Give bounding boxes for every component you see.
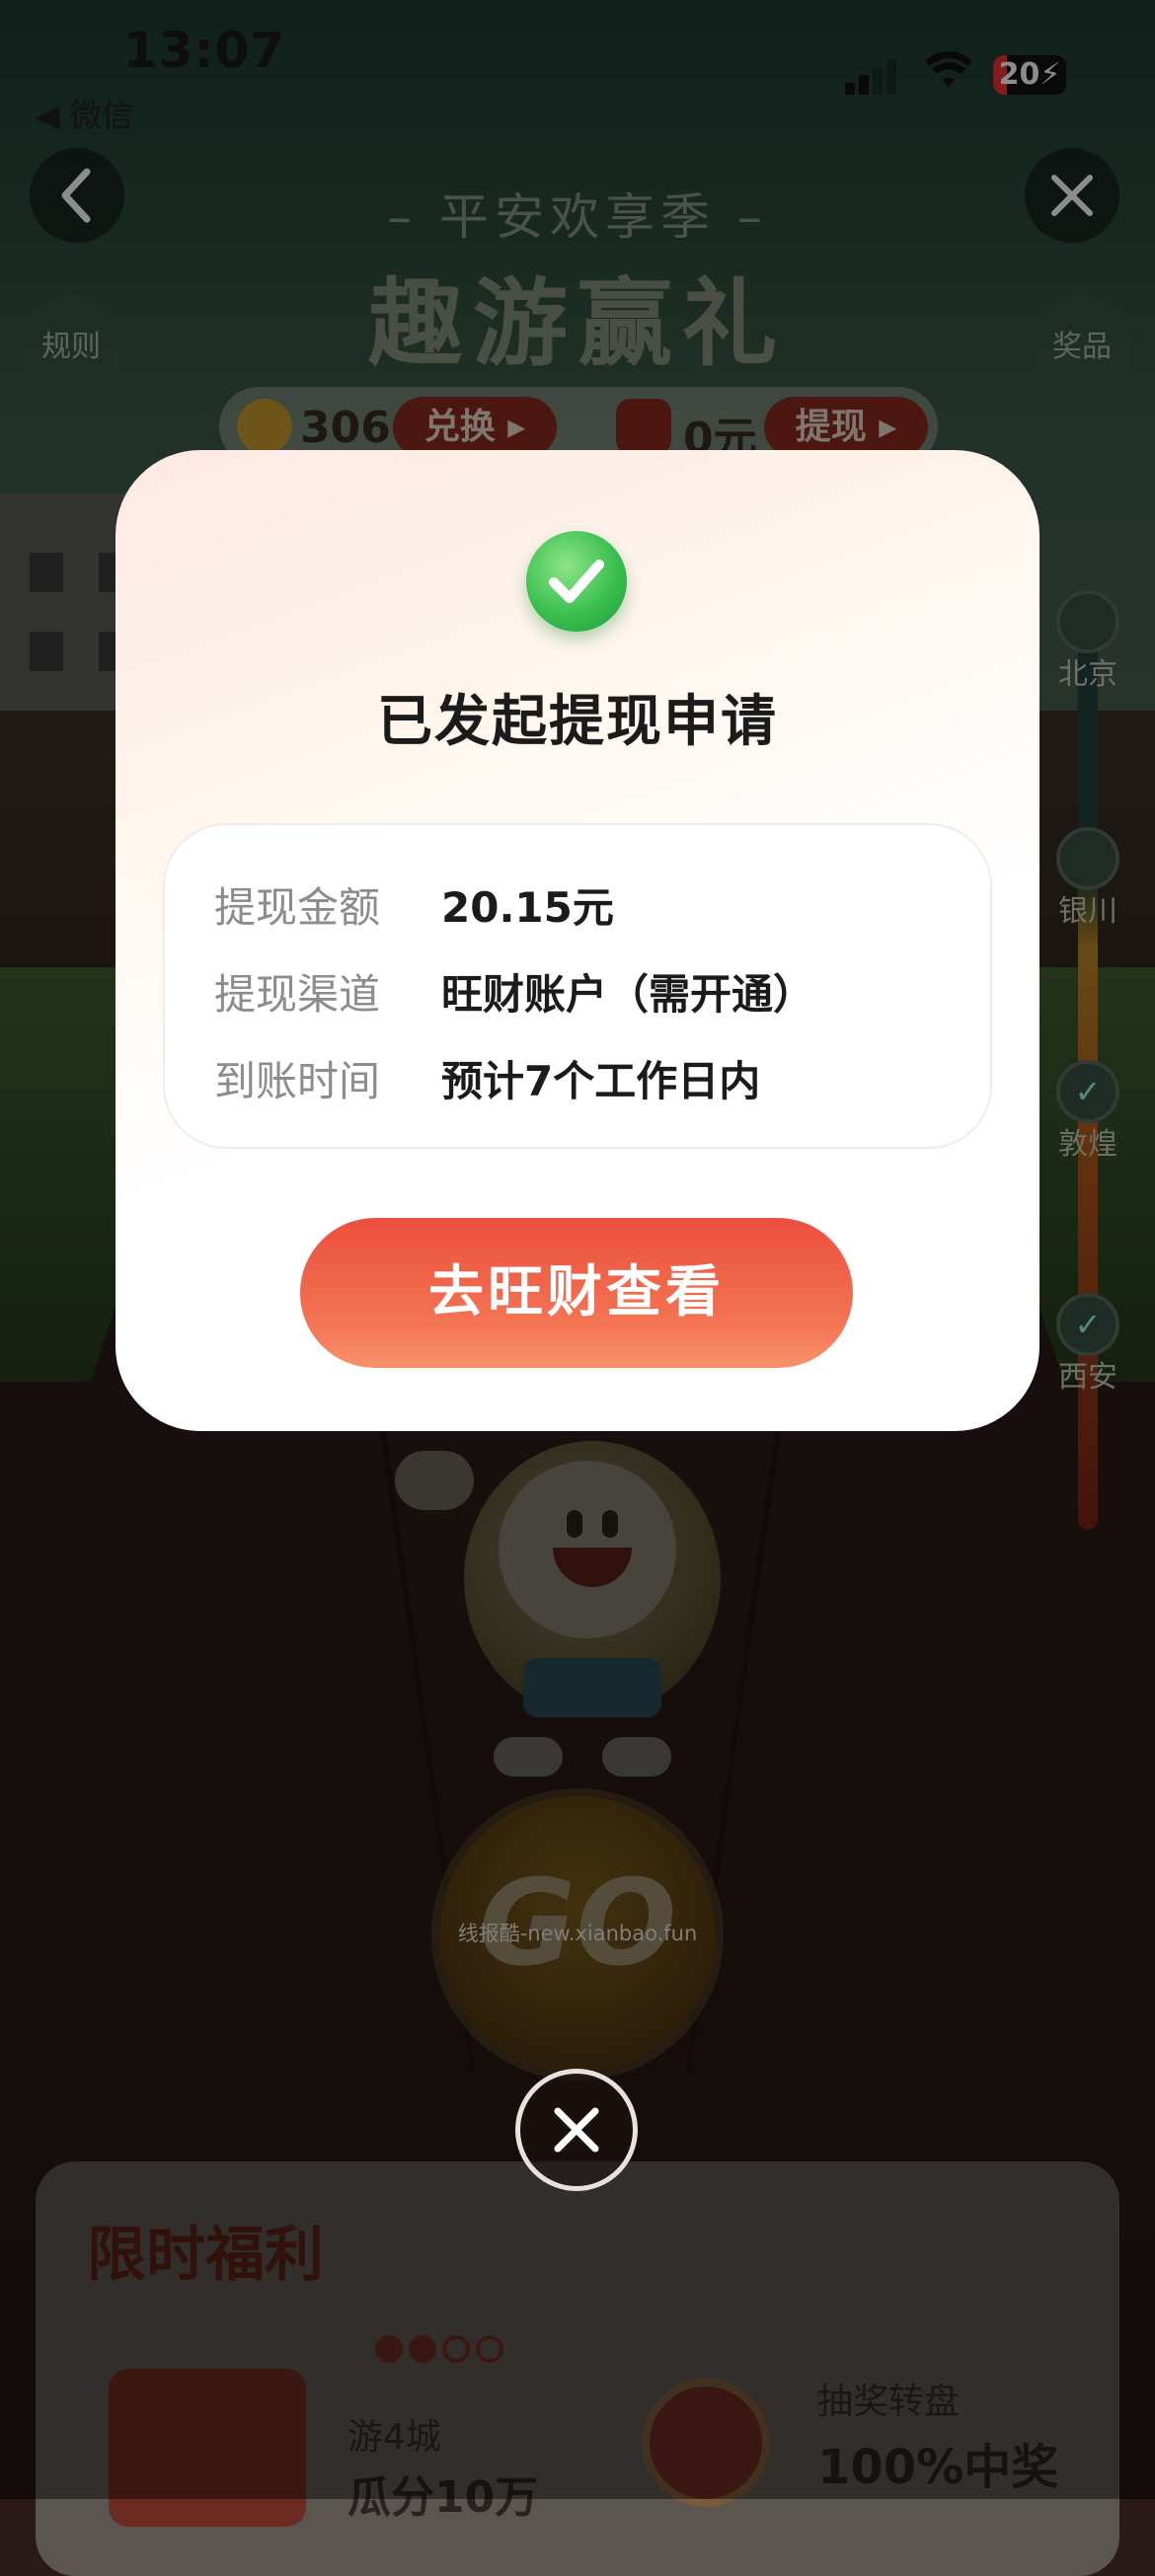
modal-close-button[interactable] bbox=[515, 2069, 638, 2191]
info-row-amount: 提现金额 20.15元 bbox=[214, 874, 964, 934]
withdrawal-modal: 已发起提现申请 提现金额 20.15元 提现渠道 旺财账户（需开通） 到账时间 … bbox=[116, 450, 1040, 1431]
info-value: 预计7个工作日内 bbox=[441, 1057, 761, 1105]
info-row-channel: 提现渠道 旺财账户（需开通） bbox=[214, 961, 964, 1021]
info-value: 20.15元 bbox=[441, 883, 614, 932]
info-label: 提现渠道 bbox=[214, 970, 381, 1019]
close-icon bbox=[554, 2107, 599, 2153]
info-row-arrival: 到账时间 预计7个工作日内 bbox=[214, 1048, 964, 1107]
go-to-wangcai-button[interactable]: 去旺财查看 bbox=[300, 1218, 853, 1368]
modal-title: 已发起提现申请 bbox=[377, 690, 778, 754]
info-label: 到账时间 bbox=[214, 1057, 381, 1105]
info-value: 旺财账户（需开通） bbox=[441, 970, 815, 1019]
info-label: 提现金额 bbox=[214, 883, 381, 932]
withdrawal-info-box: 提现金额 20.15元 提现渠道 旺财账户（需开通） 到账时间 预计7个工作日内 bbox=[163, 823, 992, 1149]
success-check-icon bbox=[526, 531, 627, 632]
